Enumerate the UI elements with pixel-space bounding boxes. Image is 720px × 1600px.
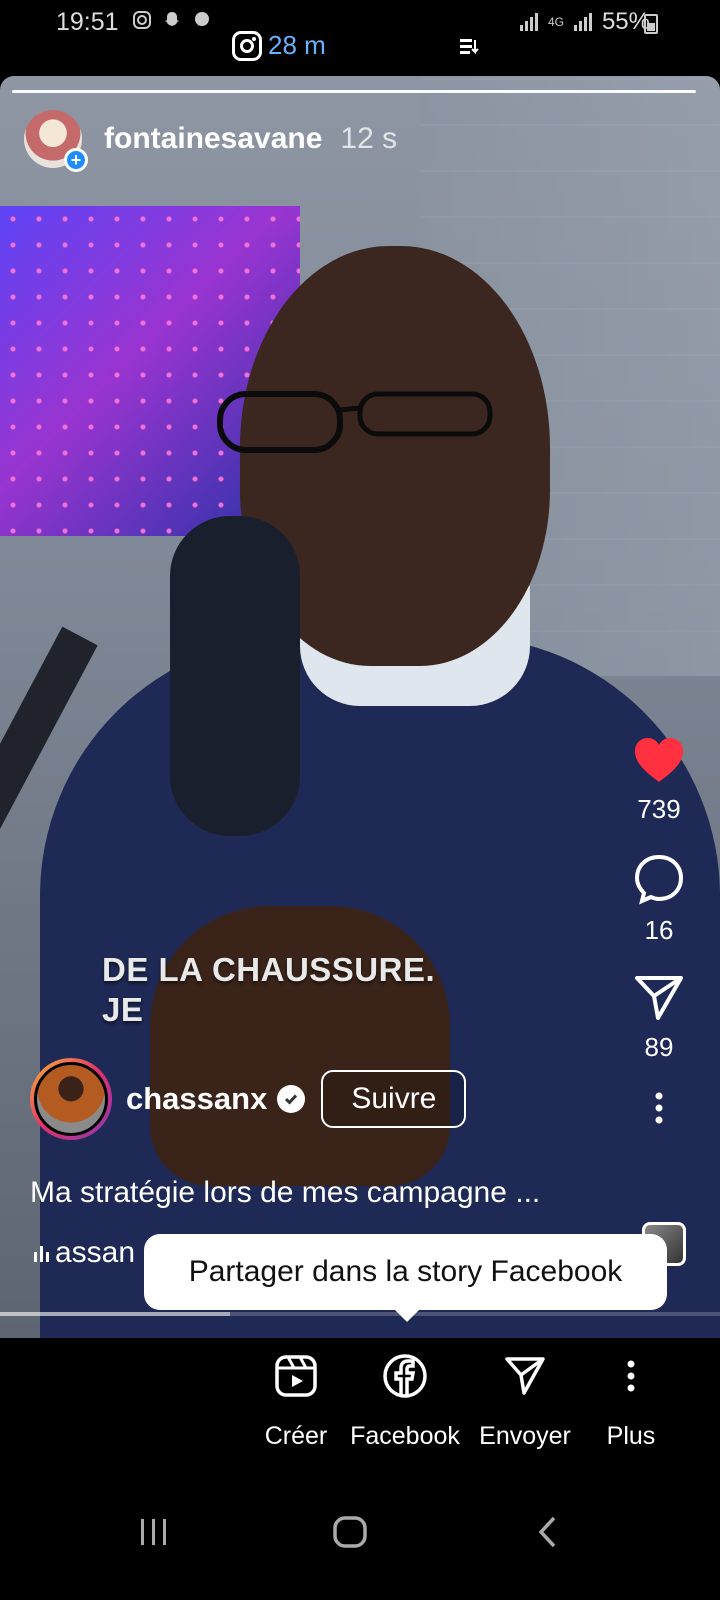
video-subtitle: DE LA CHAUSSURE. JE	[102, 950, 435, 1030]
home-icon[interactable]	[320, 1502, 380, 1562]
story-header[interactable]: + fontainesavane 12 s	[24, 110, 398, 172]
share-more-label: Plus	[606, 1422, 656, 1450]
comment-count: 16	[644, 915, 674, 945]
video-progress-bar[interactable]	[0, 1312, 720, 1316]
author-username[interactable]: chassanx	[126, 1081, 267, 1117]
speaker-hands	[150, 906, 450, 1186]
video-progress-fill	[0, 1312, 231, 1316]
share-tooltip[interactable]: Partager dans la story Facebook	[144, 1234, 667, 1322]
more-action[interactable]	[654, 1091, 664, 1125]
action-column: 739 16 89	[624, 736, 694, 1125]
comment-action[interactable]: 16	[633, 853, 685, 946]
share-send[interactable]: Envoyer	[465, 1346, 585, 1451]
author-row: chassanx Suivre	[30, 1058, 467, 1140]
video-player[interactable]	[0, 76, 720, 1338]
share-send-label: Envoyer	[479, 1422, 571, 1450]
story-progress-bar	[12, 90, 696, 93]
status-bar: 19:51 4G 55%	[0, 0, 720, 44]
app-return-indicator[interactable]: 28 m	[232, 30, 326, 61]
microphone	[170, 516, 300, 836]
share-count: 89	[644, 1032, 674, 1062]
back-icon[interactable]	[518, 1502, 578, 1562]
audio-label[interactable]: assan	[55, 1236, 135, 1270]
share-facebook[interactable]: Facebook	[345, 1346, 465, 1451]
notification-icons	[132, 10, 212, 30]
more-vertical-icon[interactable]	[626, 1346, 636, 1406]
author-avatar[interactable]	[30, 1058, 112, 1140]
share-more[interactable]: Plus	[571, 1346, 691, 1451]
subtitle-line-1: DE LA CHAUSSURE.	[102, 951, 436, 988]
queue-icon[interactable]	[458, 36, 480, 58]
story-time: 12 s	[340, 122, 398, 155]
signal-icon	[519, 13, 538, 31]
add-story-icon[interactable]: +	[64, 148, 88, 172]
comment-icon[interactable]	[633, 853, 685, 905]
audio-wave-icon	[34, 1244, 49, 1262]
story-username[interactable]: fontainesavane	[104, 122, 322, 156]
network-type: 4G	[547, 15, 564, 29]
recent-apps-icon[interactable]	[124, 1502, 184, 1562]
post-description[interactable]: Ma stratégie lors de mes campagne ...	[30, 1176, 540, 1210]
send-icon[interactable]	[634, 974, 684, 1022]
battery-percent: 55%	[601, 8, 650, 35]
share-create-label: Créer	[264, 1422, 328, 1450]
system-nav-bar	[0, 1466, 720, 1600]
signal-icon-2	[573, 13, 592, 31]
subtitle-line-2: JE	[102, 991, 144, 1028]
heart-icon[interactable]	[633, 736, 685, 784]
snapchat-icon	[162, 10, 182, 30]
like-count: 739	[637, 794, 681, 824]
status-right: 4G 55%	[519, 8, 650, 36]
share-action[interactable]: 89	[634, 974, 684, 1063]
messenger-icon	[192, 10, 212, 30]
reels-create-icon[interactable]	[274, 1346, 318, 1406]
share-create[interactable]: Créer	[236, 1346, 356, 1451]
audio-row[interactable]: assan	[34, 1236, 135, 1270]
instagram-icon	[232, 30, 262, 61]
send-icon[interactable]	[504, 1346, 546, 1406]
status-time: 19:51	[56, 8, 119, 36]
story-avatar[interactable]: +	[24, 110, 88, 172]
share-sheet: Créer Facebook Envoyer Plus	[0, 1338, 720, 1466]
like-action[interactable]: 739	[633, 736, 685, 825]
battery-icon	[644, 14, 658, 34]
glasses-shape	[217, 391, 493, 453]
more-vertical-icon[interactable]	[654, 1091, 664, 1125]
verified-badge-icon	[277, 1085, 306, 1113]
follow-button[interactable]: Suivre	[321, 1070, 467, 1128]
facebook-icon[interactable]	[382, 1346, 428, 1406]
instagram-icon	[132, 10, 152, 30]
elapsed-time: 28 m	[268, 30, 326, 60]
share-facebook-label: Facebook	[350, 1422, 460, 1450]
